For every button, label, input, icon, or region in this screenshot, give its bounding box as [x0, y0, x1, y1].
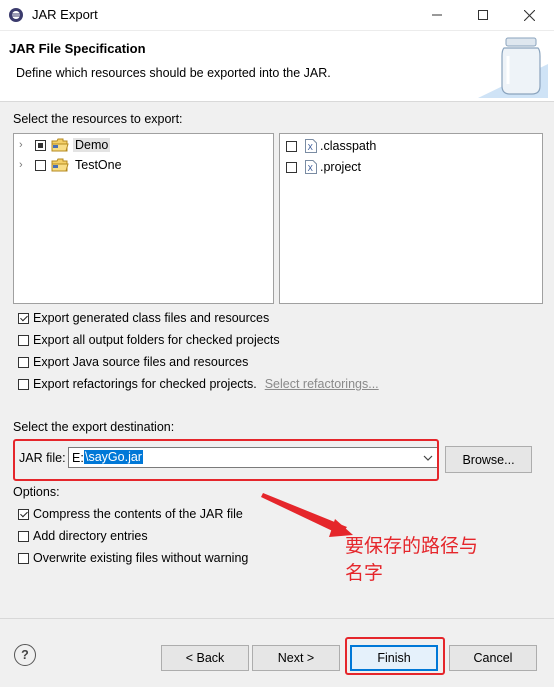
option-label: Export refactorings for checked projects… [33, 377, 257, 391]
file-list[interactable]: X .classpath X .project [279, 133, 543, 304]
svg-text:X: X [308, 143, 314, 152]
chevron-right-icon[interactable]: › [19, 159, 29, 171]
option-label: Overwrite existing files without warning [33, 551, 249, 565]
classpath-checkbox[interactable] [286, 140, 297, 152]
option-export-refactorings[interactable]: Export refactorings for checked projects… [18, 375, 379, 393]
maximize-icon[interactable] [460, 0, 506, 30]
footer-divider [0, 618, 554, 619]
option-label: Export generated class files and resourc… [33, 311, 270, 325]
demo-checkbox[interactable] [35, 139, 46, 151]
option-compress[interactable]: Compress the contents of the JAR file [18, 505, 243, 523]
file-label: .project [320, 160, 361, 174]
tree-item-label: Demo [73, 138, 111, 152]
cancel-button[interactable]: Cancel [449, 645, 537, 671]
checkbox[interactable] [18, 334, 29, 346]
options-label: Options: [13, 485, 60, 499]
project-tree[interactable]: › Demo › TestOne [13, 133, 274, 304]
annotation-line-1: 要保存的路径与 [345, 536, 479, 557]
checkbox[interactable] [18, 530, 29, 542]
back-button[interactable]: < Back [161, 645, 249, 671]
minimize-icon[interactable] [414, 0, 460, 30]
help-icon[interactable]: ? [14, 644, 36, 666]
file-label: .classpath [320, 139, 377, 153]
jar-wizard-icon [478, 37, 548, 98]
checkbox[interactable] [18, 312, 29, 324]
annotation-arrow-icon [261, 493, 353, 537]
browse-button[interactable]: Browse... [445, 446, 532, 473]
list-item-project[interactable]: X .project [286, 158, 361, 176]
option-label: Export Java source files and resources [33, 355, 249, 369]
resources-label: Select the resources to export: [13, 112, 183, 126]
select-refactorings-link[interactable]: Select refactorings... [265, 377, 379, 391]
xml-file-icon: X [305, 160, 317, 174]
option-label: Compress the contents of the JAR file [33, 507, 243, 521]
option-add-directory-entries[interactable]: Add directory entries [18, 527, 148, 545]
checkbox[interactable] [18, 378, 29, 390]
title-bar: JAR Export [0, 0, 554, 31]
project-checkbox[interactable] [286, 161, 297, 173]
project-folder-icon [51, 138, 69, 152]
checkbox[interactable] [18, 552, 29, 564]
window-title: JAR Export [32, 7, 98, 22]
option-overwrite[interactable]: Overwrite existing files without warning [18, 549, 248, 567]
option-export-java-source[interactable]: Export Java source files and resources [18, 353, 248, 371]
tree-item-demo[interactable]: › Demo [19, 136, 111, 154]
finish-highlight-box [345, 637, 445, 675]
checkbox[interactable] [18, 508, 29, 520]
checkbox[interactable] [18, 356, 29, 368]
project-folder-icon [51, 158, 69, 172]
header-banner: JAR File Specification Define which reso… [0, 31, 554, 102]
next-button[interactable]: Next > [252, 645, 340, 671]
list-item-classpath[interactable]: X .classpath [286, 137, 376, 155]
destination-label: Select the export destination: [13, 420, 175, 434]
eclipse-icon [9, 8, 23, 22]
option-label: Add directory entries [33, 529, 148, 543]
annotation-line-2: 名字 [345, 563, 384, 584]
option-export-class-files[interactable]: Export generated class files and resourc… [18, 309, 269, 327]
annotation-text: 要保存的路径与 名字 [345, 533, 505, 587]
tree-item-testone[interactable]: › TestOne [19, 156, 124, 174]
option-label: Export all output folders for checked pr… [33, 333, 280, 347]
tree-item-label: TestOne [75, 158, 122, 172]
svg-text:X: X [308, 164, 314, 173]
testone-checkbox[interactable] [35, 159, 46, 171]
page-description: Define which resources should be exporte… [16, 66, 331, 80]
close-icon[interactable] [506, 0, 552, 30]
highlight-box [13, 439, 439, 481]
chevron-right-icon[interactable]: › [19, 139, 29, 151]
option-export-output-folders[interactable]: Export all output folders for checked pr… [18, 331, 280, 349]
xml-file-icon: X [305, 139, 317, 153]
page-title: JAR File Specification [9, 41, 146, 56]
